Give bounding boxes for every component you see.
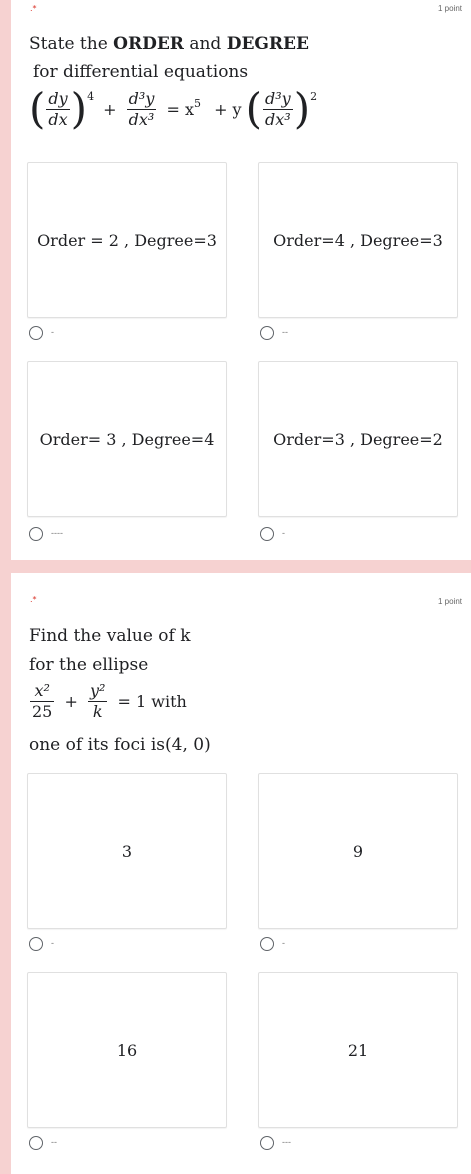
radio-button[interactable] xyxy=(260,937,274,951)
numerator: y² xyxy=(87,681,108,702)
fraction-d3y-dx3: d³y dx³ xyxy=(262,88,293,130)
radio-button[interactable] xyxy=(29,326,43,340)
option-label: Order=3 , Degree=2 xyxy=(273,429,443,449)
question-line-4: one of its foci is(4, 0) xyxy=(29,735,211,755)
radio-caption: - xyxy=(282,528,285,538)
option-label: Order=4 , Degree=3 xyxy=(273,230,443,250)
radio-caption: -- xyxy=(51,1137,57,1147)
denominator: dx xyxy=(48,109,68,129)
option-card[interactable]: Order=3 , Degree=2 xyxy=(258,361,458,517)
option-label: Order= 3 , Degree=4 xyxy=(39,429,215,449)
denominator: dx³ xyxy=(264,109,291,129)
required-marker: .* xyxy=(30,595,37,604)
radio-caption: -- xyxy=(282,327,288,337)
numerator: x² xyxy=(30,681,55,702)
radio-button[interactable] xyxy=(260,326,274,340)
option-card[interactable]: 21 xyxy=(258,972,458,1128)
radio-caption: - xyxy=(51,938,54,948)
plus-sign: + xyxy=(64,692,78,711)
fraction-x2-25: x² 25 xyxy=(30,681,55,722)
title-prefix: State the xyxy=(29,34,108,54)
question-subtitle: for differential equations xyxy=(33,62,249,82)
radio-button[interactable] xyxy=(260,527,274,541)
differential-equation: (dy dx)4 + d³y dx³ = x5 + y(d³y dx³)2 xyxy=(29,88,317,130)
fraction-y2-k: y² k xyxy=(87,681,108,722)
radio-caption: - xyxy=(282,938,285,948)
numerator: d³y xyxy=(262,88,293,110)
required-marker: .* xyxy=(30,4,37,13)
option-label: 21 xyxy=(347,1040,369,1060)
left-paren: ( xyxy=(245,84,262,133)
right-paren: ) xyxy=(70,84,88,133)
equals-x: = x5 xyxy=(166,96,201,119)
option-card[interactable]: Order=4 , Degree=3 xyxy=(258,162,458,318)
plus-sign: + xyxy=(103,99,117,119)
radio-button[interactable] xyxy=(29,937,43,951)
question-title: State the ORDER and DEGREE xyxy=(29,34,309,54)
title-and: and xyxy=(189,34,222,54)
numerator: d³y xyxy=(126,88,157,110)
radio-caption: --- xyxy=(282,1137,291,1147)
points-label: 1 point xyxy=(437,4,462,13)
option-card[interactable]: 3 xyxy=(27,773,227,929)
option-label: 3 xyxy=(121,841,133,861)
question-line-2: for the ellipse xyxy=(29,655,149,675)
option-card[interactable]: Order= 3 , Degree=4 xyxy=(27,361,227,517)
radio-button[interactable] xyxy=(29,1136,43,1150)
option-card[interactable]: 16 xyxy=(27,972,227,1128)
equation-rest: = 1 with xyxy=(117,692,187,711)
title-degree: DEGREE xyxy=(226,34,309,54)
denominator: k xyxy=(92,702,103,721)
ellipse-equation: x² 25 + y² k = 1 with xyxy=(29,681,191,722)
radio-button[interactable] xyxy=(29,527,43,541)
numerator: dy xyxy=(46,88,70,110)
fraction-dy-dx: dy dx xyxy=(46,88,70,130)
title-order: ORDER xyxy=(113,34,184,54)
denominator: 25 xyxy=(32,702,53,721)
exponent: 5 xyxy=(193,96,201,110)
exponent: 4 xyxy=(87,89,95,103)
points-label: 1 point xyxy=(437,597,462,606)
left-paren: ( xyxy=(29,84,46,133)
option-card[interactable]: 9 xyxy=(258,773,458,929)
question-card-2: .* 1 point Find the value of k for the e… xyxy=(11,573,471,1174)
exponent: 2 xyxy=(310,89,318,103)
plus-y: + y xyxy=(214,99,242,119)
option-label: 9 xyxy=(352,841,364,861)
radio-caption: ---- xyxy=(51,528,63,538)
option-label: Order = 2 , Degree=3 xyxy=(37,230,217,250)
question-card-1: .* 1 point State the ORDER and DEGREE fo… xyxy=(11,0,471,560)
right-paren: ) xyxy=(293,84,311,133)
fraction-d3y-dx3: d³y dx³ xyxy=(126,88,157,130)
denominator: dx³ xyxy=(128,109,155,129)
radio-caption: - xyxy=(51,327,54,337)
question-line-1: Find the value of k xyxy=(29,626,191,646)
radio-button[interactable] xyxy=(260,1136,274,1150)
option-label: 16 xyxy=(116,1040,138,1060)
option-card[interactable]: Order = 2 , Degree=3 xyxy=(27,162,227,318)
